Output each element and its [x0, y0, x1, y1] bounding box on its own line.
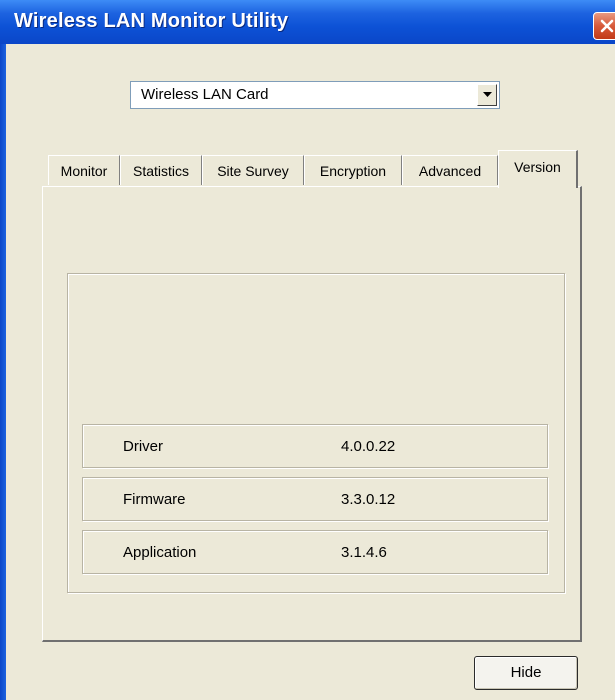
chevron-down-icon — [483, 92, 492, 97]
device-select-value: Wireless LAN Card — [141, 86, 269, 103]
tab-monitor[interactable]: Monitor — [48, 155, 120, 185]
driver-version-value: 4.0.0.22 — [341, 438, 396, 455]
tab-advanced[interactable]: Advanced — [402, 155, 498, 185]
driver-version-row: Driver 4.0.0.22 — [82, 424, 548, 468]
firmware-label: Firmware — [123, 491, 186, 508]
tab-version[interactable]: Version — [498, 150, 578, 188]
firmware-version-row: Firmware 3.3.0.12 — [82, 477, 548, 521]
window-frame-left — [0, 44, 6, 700]
window-title: Wireless LAN Monitor Utility — [14, 10, 289, 32]
title-bar[interactable]: Wireless LAN Monitor Utility — [0, 0, 615, 44]
application-label: Application — [123, 544, 197, 561]
device-select[interactable]: Wireless LAN Card — [130, 81, 500, 109]
close-icon — [600, 19, 614, 33]
tab-site-survey[interactable]: Site Survey — [202, 155, 304, 185]
version-tab-panel: Driver 4.0.0.22 Firmware 3.3.0.12 Applic… — [42, 186, 582, 642]
tab-statistics[interactable]: Statistics — [120, 155, 202, 185]
tab-encryption[interactable]: Encryption — [304, 155, 402, 185]
driver-label: Driver — [123, 438, 163, 455]
version-group-box: Driver 4.0.0.22 Firmware 3.3.0.12 Applic… — [67, 273, 565, 593]
close-button[interactable] — [593, 12, 615, 40]
application-version-value: 3.1.4.6 — [341, 544, 387, 561]
firmware-version-value: 3.3.0.12 — [341, 491, 396, 508]
hide-button[interactable]: Hide — [474, 656, 578, 690]
application-version-row: Application 3.1.4.6 — [82, 530, 548, 574]
dropdown-button[interactable] — [477, 84, 497, 106]
app-window: Wireless LAN Monitor Utility Wireless LA… — [0, 0, 615, 700]
